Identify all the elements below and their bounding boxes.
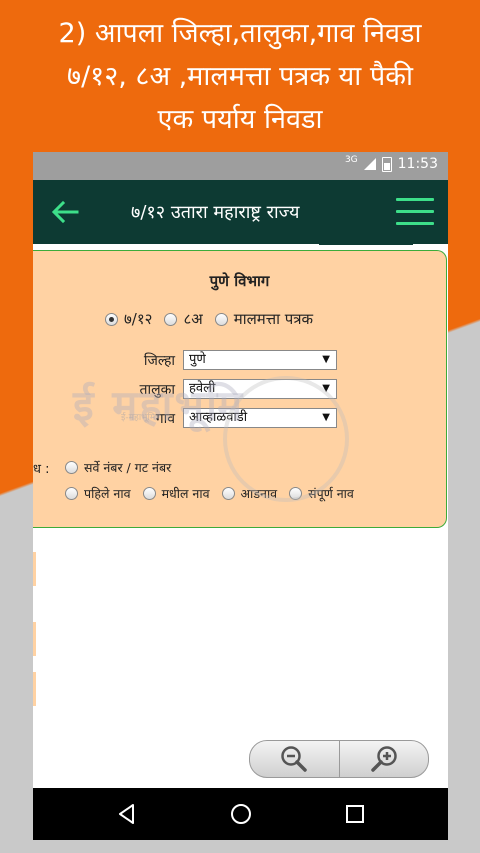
- radio-label-full-name: संपूर्ण नाव: [308, 486, 354, 501]
- signal-icon: [363, 158, 376, 170]
- radio-label-first-name: पहिले नाव: [84, 486, 131, 501]
- phone-screen: 3G 11:53 ७/१२ उतारा महाराष्ट्र राज्य पुण…: [33, 152, 448, 840]
- radio-label-surname: आडनाव: [240, 486, 278, 501]
- zoom-out-icon[interactable]: [250, 741, 339, 777]
- square-recents-icon[interactable]: [343, 802, 367, 826]
- status-bar: 3G 11:53: [33, 152, 448, 180]
- zoom-control: [249, 740, 429, 778]
- radio-label-middle-name: मधील नाव: [161, 486, 210, 501]
- navigation-bar: [33, 788, 448, 840]
- taluka-value: हवेली: [189, 381, 216, 396]
- radio-label-survey-number: सर्वे नंबर / गट नंबर: [84, 460, 172, 475]
- radio-label-7-12: ७/१२: [124, 310, 153, 328]
- network-type: 3G: [344, 155, 358, 165]
- chevron-down-icon: ▼: [322, 354, 330, 365]
- zoom-in-icon[interactable]: [338, 741, 429, 777]
- hamburger-menu-icon[interactable]: [396, 198, 434, 228]
- taluka-label: तालुका: [139, 382, 175, 398]
- radio-full-name[interactable]: [289, 487, 303, 500]
- app-bar: ७/१२ उतारा महाराष्ट्र राज्य: [33, 180, 448, 244]
- division-title: पुणे विभाग: [209, 272, 270, 290]
- battery-icon: [381, 156, 392, 172]
- search-by-row-2: पहिले नाव मधील नाव आडनाव संपूर्ण नाव: [65, 485, 360, 502]
- promo-headline: 2) आपला जिल्हा,तालुका,गाव निवडा ७/१२, ८अ…: [0, 12, 480, 141]
- circle-home-icon[interactable]: [229, 802, 253, 826]
- district-select[interactable]: पुणे ▼: [183, 350, 337, 370]
- status-time: 11:53: [397, 156, 438, 172]
- triangle-back-icon[interactable]: [115, 802, 139, 826]
- tab-indicator: [319, 242, 413, 245]
- radio-8a[interactable]: [164, 312, 178, 326]
- headline-line-3: एक पर्याय निवडा: [157, 104, 323, 135]
- headline-line-1: 2) आपला जिल्हा,तालुका,गाव निवडा: [58, 18, 422, 49]
- village-select[interactable]: आव्हाळवाडी ▼: [183, 408, 337, 428]
- headline-line-2: ७/१२, ८अ ,मालमत्ता पत्रक या पैकी: [67, 61, 413, 92]
- district-label: जिल्हा: [143, 353, 175, 369]
- chevron-down-icon: ▼: [322, 383, 330, 394]
- back-arrow-icon[interactable]: [49, 196, 81, 228]
- search-form-card: पुणे विभाग ७/१२ ८अ मालमत्ता पत्रक जिल्हा…: [33, 250, 447, 528]
- radio-middle-name[interactable]: [142, 487, 156, 500]
- radio-survey-number[interactable]: [65, 461, 78, 474]
- radio-first-name[interactable]: [65, 487, 78, 500]
- radio-7-12[interactable]: [105, 312, 118, 326]
- search-by-label: ध :: [33, 462, 50, 477]
- radio-label-8a: ८अ: [183, 310, 203, 328]
- watermark-caption: ई-महाभूमि: [121, 413, 156, 423]
- search-by-row-1: सर्वे नंबर / गट नंबर: [65, 459, 177, 476]
- radio-label-property-card: मालमत्ता पत्रक: [233, 310, 314, 328]
- taluka-select[interactable]: हवेली ▼: [183, 379, 337, 399]
- radio-property-card[interactable]: [214, 312, 228, 326]
- village-value: आव्हाळवाडी: [189, 410, 248, 425]
- radio-surname[interactable]: [221, 487, 235, 500]
- record-type-group: ७/१२ ८अ मालमत्ता पत्रक: [105, 309, 319, 329]
- app-title: ७/१२ उतारा महाराष्ट्र राज्य: [131, 202, 300, 223]
- chevron-down-icon: ▼: [322, 412, 330, 423]
- district-value: पुणे: [189, 352, 206, 367]
